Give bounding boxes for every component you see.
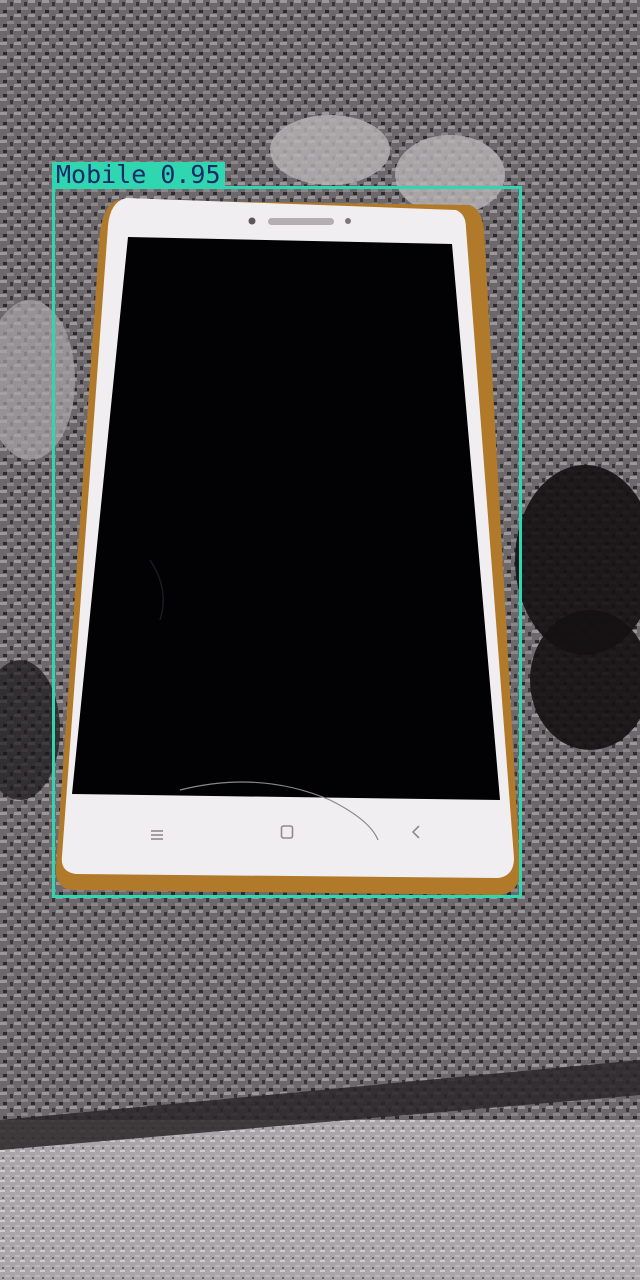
detection-label: Mobile 0.95 xyxy=(52,162,225,188)
detection-class: Mobile xyxy=(56,160,147,189)
detection-bounding-box xyxy=(52,186,522,898)
photo-scene: Mobile 0.95 xyxy=(0,0,640,1280)
detection-confidence: 0.95 xyxy=(160,160,221,189)
